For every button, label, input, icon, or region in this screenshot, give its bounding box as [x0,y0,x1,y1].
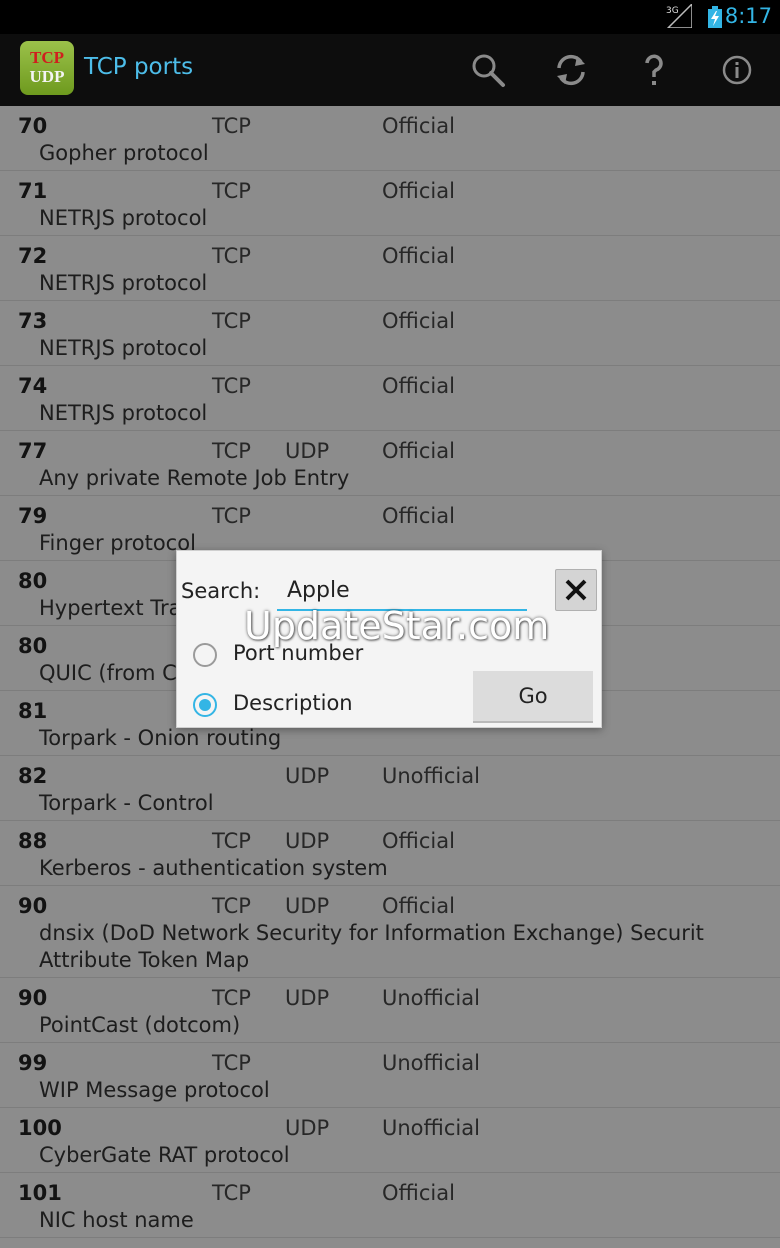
info-icon[interactable] [717,50,757,90]
radio-port-number[interactable] [193,643,217,667]
watermark: UpdateStar.com [244,604,550,648]
close-button[interactable] [555,569,597,611]
svg-text:3G: 3G [666,6,679,16]
action-bar: TCP UDP TCP ports [0,34,780,106]
clock: 8:17 [724,4,772,28]
app-logo: TCP UDP [20,41,74,95]
search-label: Search: [181,579,261,603]
app-title: TCP ports [84,54,194,80]
battery-charging-icon [708,6,722,28]
logo-line-tcp: TCP [30,48,64,67]
logo-line-udp: UDP [29,67,65,86]
close-icon [565,579,587,601]
refresh-icon[interactable] [551,50,591,90]
help-icon[interactable] [634,50,674,90]
search-icon[interactable] [468,50,508,90]
option-description-label: Description [233,691,353,715]
status-bar: 3G 8:17 [0,0,780,34]
go-button[interactable]: Go [473,671,593,723]
radio-description[interactable] [193,693,217,717]
signal-3g-icon: 3G [666,4,692,28]
